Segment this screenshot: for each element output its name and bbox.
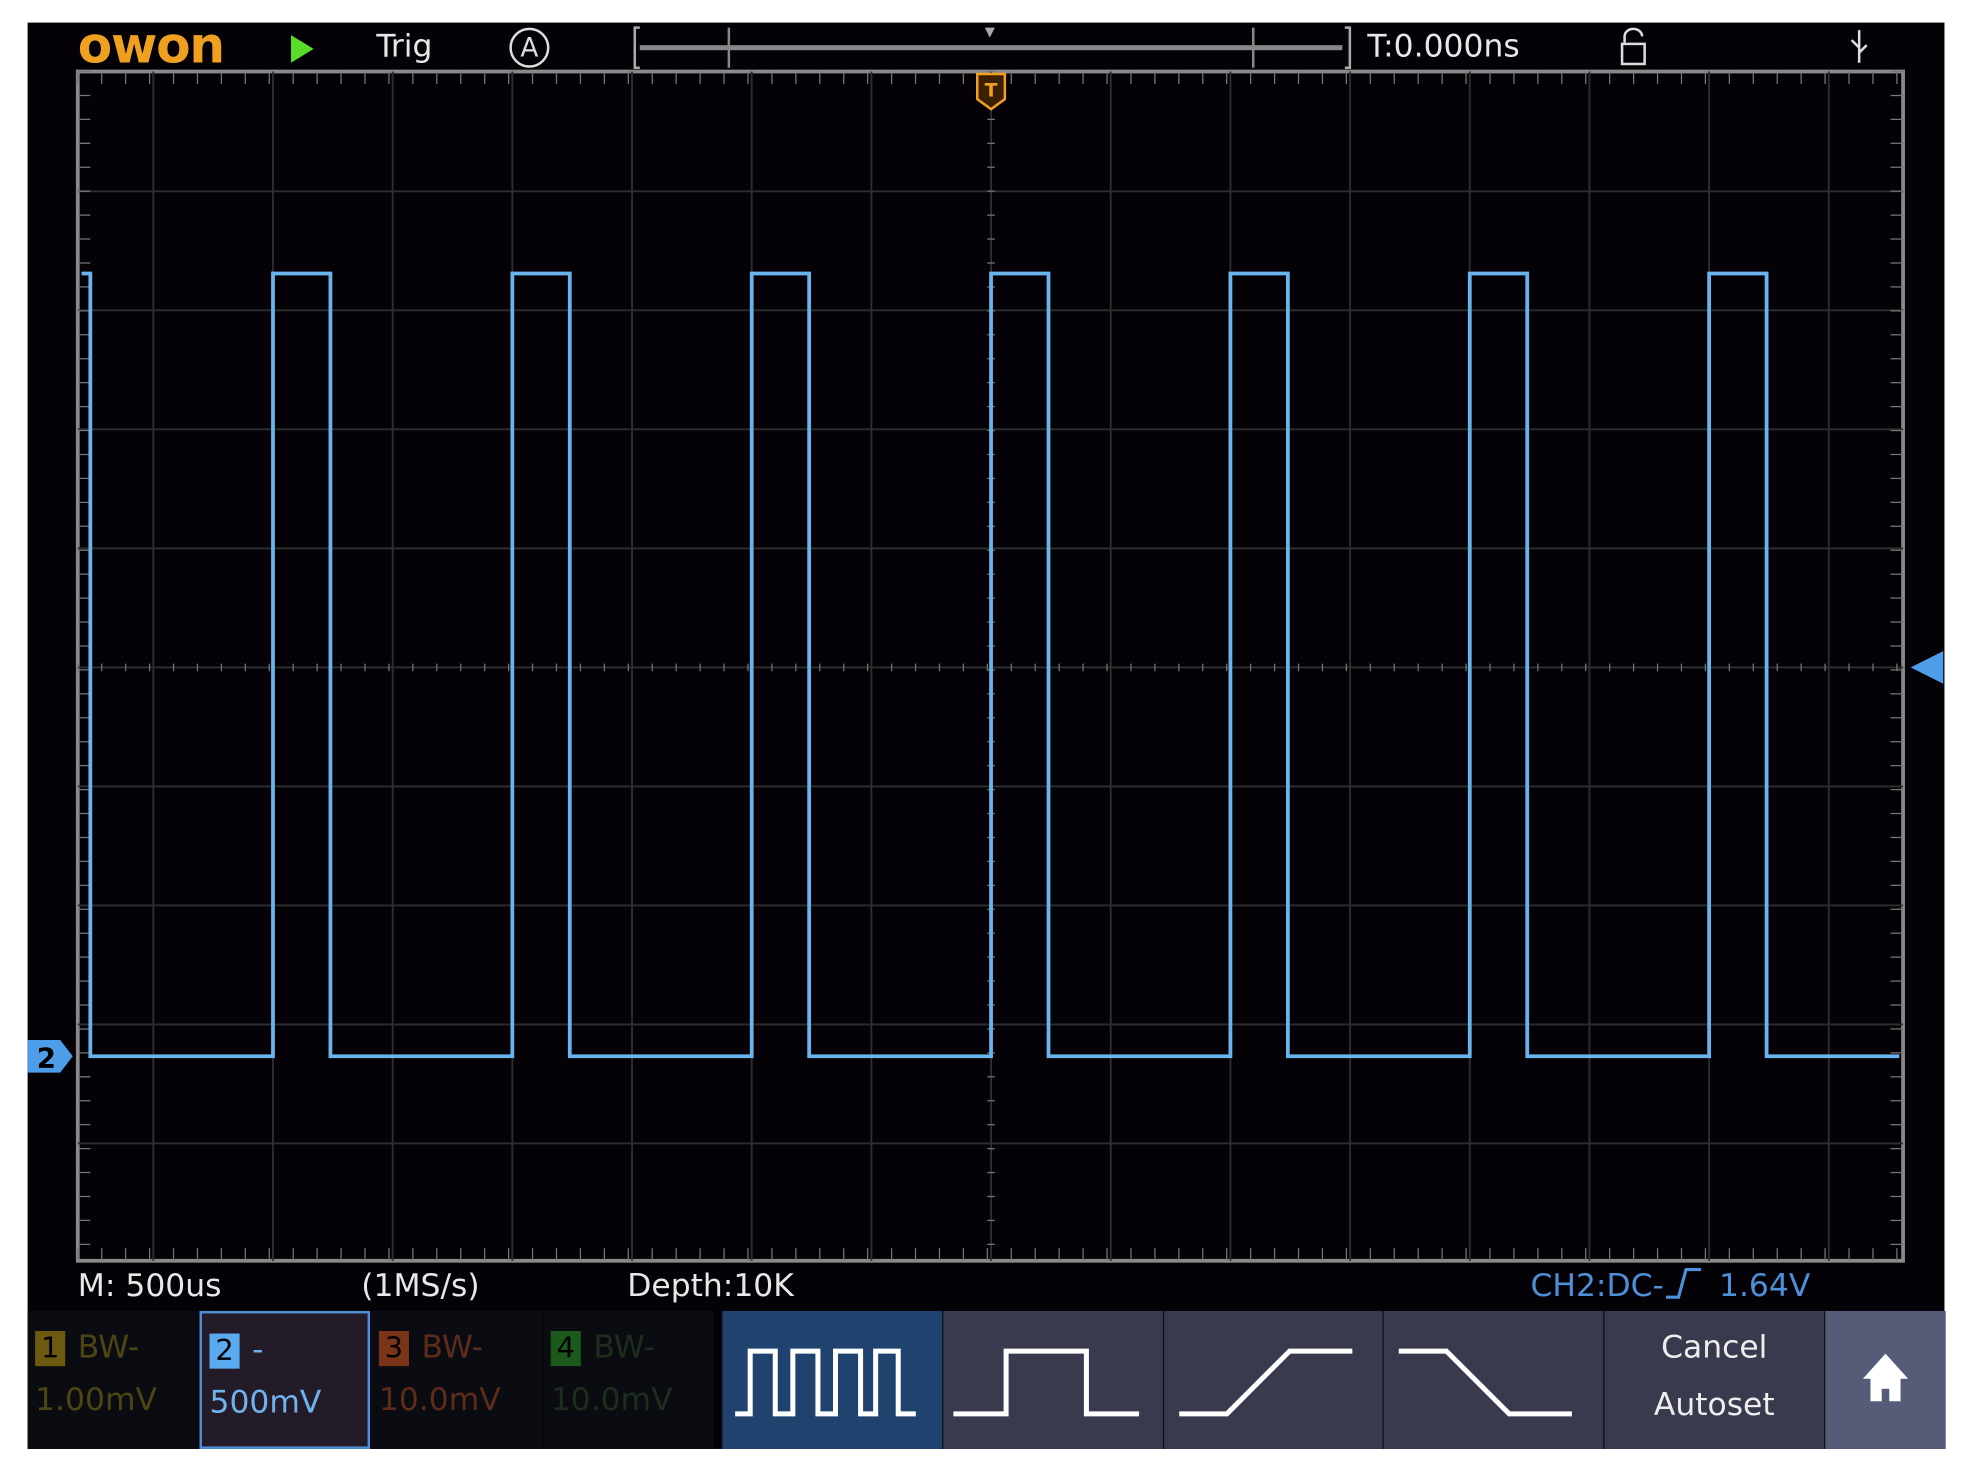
autoset-rising-edge-button[interactable] — [1162, 1310, 1384, 1449]
channel-number: 3 — [378, 1331, 409, 1367]
trigger-source-coupling: CH2:DC- — [1530, 1267, 1664, 1304]
vertical-scale: 1.00mV — [35, 1381, 157, 1418]
bandwidth-limit: BW- — [421, 1328, 483, 1365]
channel-2-button[interactable]: 2 - 500mV — [199, 1310, 371, 1449]
home-icon — [1862, 1353, 1909, 1402]
waveform-display[interactable]: T2 — [27, 23, 1945, 1290]
channel-1-button[interactable]: 1 BW- 1.00mV — [27, 1310, 199, 1449]
timebase-readout[interactable]: M: 500us — [78, 1267, 222, 1303]
memory-depth[interactable]: Depth:10K — [627, 1267, 794, 1303]
trigger-info[interactable]: CH2:DC- 1.64V — [1530, 1267, 1810, 1303]
channel-number: 4 — [550, 1331, 581, 1367]
bandwidth-limit: BW- — [77, 1328, 140, 1365]
channel-3-button[interactable]: 3 BW- 10.0mV — [371, 1310, 542, 1449]
vertical-scale: 10.0mV — [378, 1381, 501, 1418]
falling-edge-icon — [1398, 1348, 1572, 1417]
trigger-level-marker — [1910, 651, 1944, 684]
channel-2-waveform — [81, 271, 1900, 1059]
channel-2-marker-label: 2 — [37, 1042, 56, 1075]
autoset-single-period-button[interactable] — [942, 1310, 1163, 1449]
trigger-marker-label: T — [985, 81, 998, 102]
channel-4-button[interactable]: 4 BW- 10.0mV — [543, 1310, 714, 1449]
autoset-multi-period-button[interactable] — [721, 1310, 943, 1449]
vertical-scale: 10.0mV — [550, 1381, 673, 1418]
multi-period-icon — [735, 1348, 916, 1417]
autoset-label: Autoset — [1653, 1386, 1775, 1423]
bandwidth-limit: BW- — [593, 1328, 655, 1365]
bandwidth-limit: - — [252, 1331, 264, 1368]
oscilloscope-screen: owon Trig A T:0.000ns T2 M: 500us (1MS/s… — [27, 18, 1946, 1449]
single-period-icon — [953, 1348, 1140, 1417]
rising-edge-icon — [1666, 1267, 1702, 1299]
cancel-autoset-button[interactable]: Cancel Autoset — [1603, 1310, 1825, 1449]
cancel-label: Cancel — [1661, 1328, 1768, 1365]
home-button[interactable] — [1824, 1310, 1946, 1449]
channel-number: 2 — [209, 1333, 240, 1369]
channel-number: 1 — [35, 1331, 66, 1367]
rising-edge-icon — [1179, 1348, 1353, 1417]
vertical-scale: 500mV — [209, 1383, 322, 1421]
sample-rate: (1MS/s) — [361, 1267, 480, 1304]
trigger-level: 1.64V — [1718, 1267, 1811, 1304]
bottom-menu: 1 BW- 1.00mV 2 - 500mV 3 BW- 10.0mV 4 BW- 1… — [27, 1310, 1946, 1449]
autoset-falling-edge-button[interactable] — [1382, 1310, 1604, 1449]
